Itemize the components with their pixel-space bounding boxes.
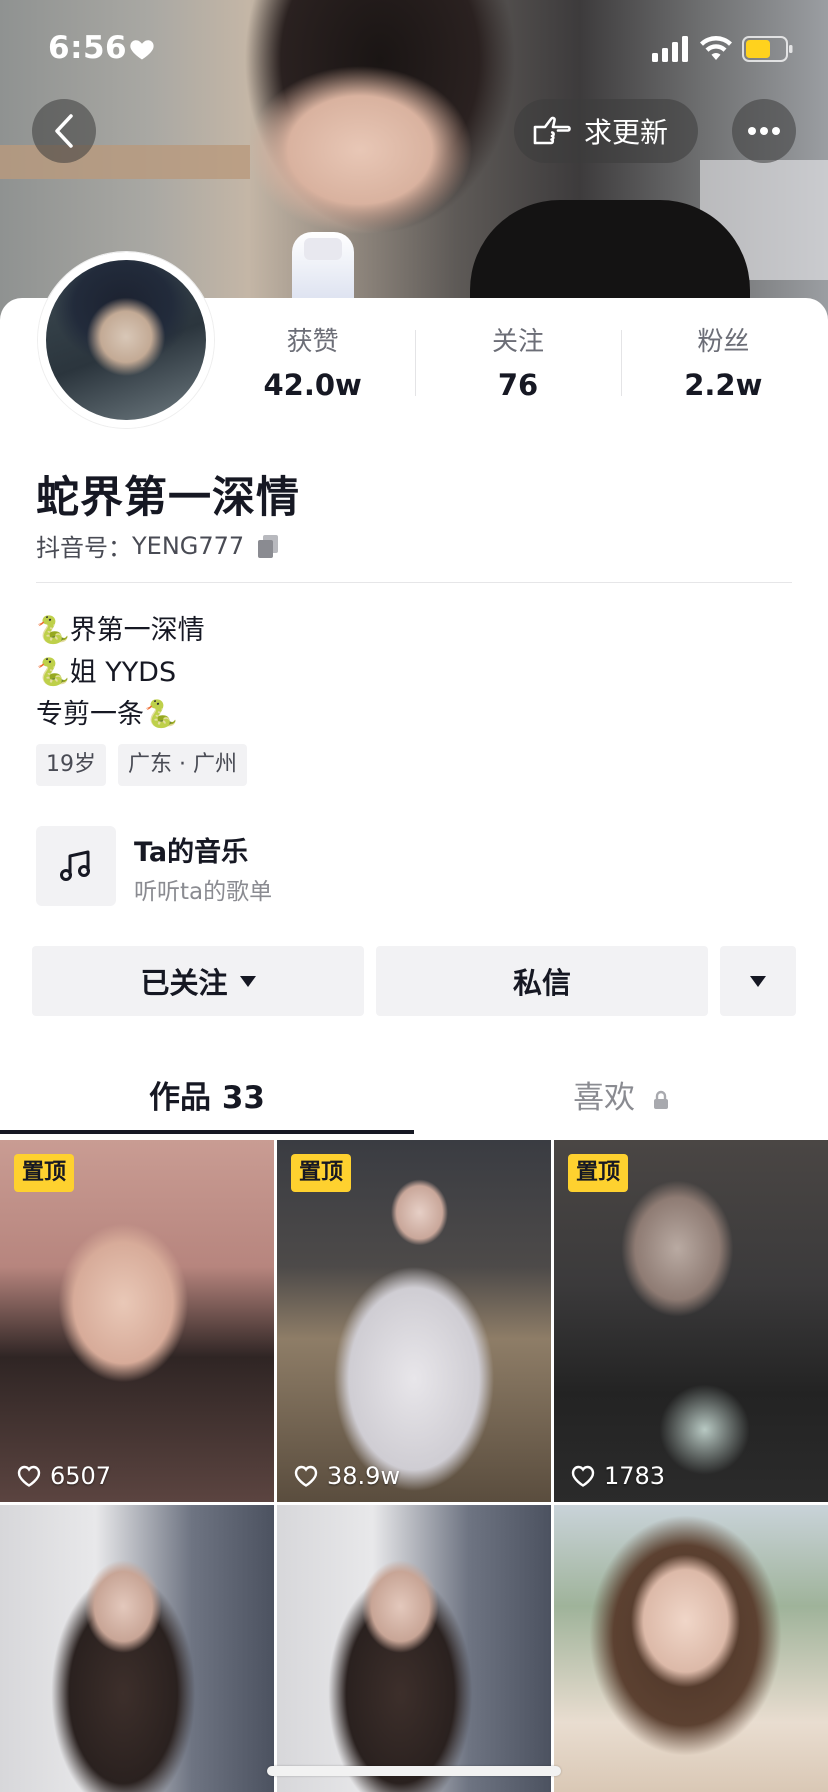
followed-label: 已关注	[140, 966, 228, 1000]
recommend-dropdown-button[interactable]	[720, 946, 796, 1016]
stat-label: 获赞	[286, 327, 339, 357]
status-bar: 6:56	[0, 0, 828, 98]
stat-value: 76	[497, 368, 539, 402]
video-thumbnail[interactable]	[0, 1505, 274, 1792]
profile-actions: 已关注 私信	[32, 946, 796, 1016]
tab-likes[interactable]: 喜欢	[414, 1068, 828, 1138]
music-title: Ta的音乐	[134, 837, 249, 868]
heart-outline-icon	[571, 1465, 595, 1487]
more-dots-icon	[748, 127, 780, 135]
video-likes-count: 1783	[604, 1462, 666, 1490]
ta-music-entry[interactable]: Ta的音乐 听听ta的歌单	[36, 826, 636, 906]
status-time: 6:56	[48, 30, 128, 66]
cellular-signal-icon	[652, 36, 688, 62]
music-subtitle: 听听ta的歌单	[134, 879, 273, 905]
stat-followers[interactable]: 粉丝 2.2w	[620, 322, 826, 412]
profile-tabs: 作品 33 喜欢	[0, 1068, 828, 1138]
video-grid: 置顶 6507 置顶 38.9w 置顶 1783	[0, 1140, 828, 1792]
request-update-button[interactable]: 求更新	[514, 99, 698, 163]
douyin-id-row: 抖音号： YENG777	[36, 528, 280, 563]
heart-status-icon	[130, 40, 154, 60]
video-thumbnail[interactable]	[554, 1505, 828, 1792]
banner-bottle-cap	[304, 238, 342, 260]
heart-outline-icon	[294, 1465, 318, 1487]
profile-stats: 获赞 42.0w 关注 76 粉丝 2.2w	[210, 322, 826, 412]
heart-outline-icon	[17, 1465, 41, 1487]
video-thumbnail[interactable]: 置顶 6507	[0, 1140, 274, 1502]
music-note-icon	[60, 850, 90, 881]
video-likes: 6507	[16, 1462, 111, 1490]
caret-down-icon	[750, 975, 766, 987]
pinned-badge: 置顶	[291, 1154, 352, 1192]
profile-tags: 19岁 广东 · 广州	[36, 744, 247, 786]
video-likes-count: 38.9w	[327, 1462, 401, 1490]
battery-icon	[742, 36, 793, 62]
stat-following[interactable]: 关注 76	[415, 322, 620, 412]
pinned-badge: 置顶	[14, 1154, 75, 1192]
profile-avatar[interactable]	[38, 252, 214, 428]
bio-line: 🐍姐 YYDS	[36, 657, 177, 688]
followed-button[interactable]: 已关注	[32, 946, 364, 1016]
message-label: 私信	[512, 966, 571, 1000]
stat-likes[interactable]: 获赞 42.0w	[210, 322, 415, 412]
more-options-button[interactable]	[732, 99, 796, 163]
bio-line: 🐍界第一深情	[36, 615, 205, 646]
video-thumbnail[interactable]: 置顶 1783	[554, 1140, 828, 1502]
home-indicator[interactable]	[267, 1766, 561, 1776]
caret-down-icon	[239, 975, 256, 987]
video-likes: 38.9w	[293, 1462, 400, 1490]
profile-nickname: 蛇界第一深情	[36, 473, 300, 523]
douyin-id-label: 抖音号：	[36, 534, 132, 562]
back-button[interactable]	[32, 99, 96, 163]
section-divider	[36, 582, 792, 583]
stat-label: 关注	[491, 327, 544, 357]
age-tag: 19岁	[36, 744, 106, 786]
video-thumbnail[interactable]	[277, 1505, 551, 1792]
video-thumbnail[interactable]: 置顶 38.9w	[277, 1140, 551, 1502]
wifi-icon	[700, 36, 732, 60]
request-update-label: 求更新	[584, 116, 669, 149]
message-button[interactable]: 私信	[376, 946, 708, 1016]
video-likes-count: 6507	[50, 1462, 112, 1490]
location-tag: 广东 · 广州	[118, 744, 247, 786]
pointing-hand-icon	[533, 116, 571, 145]
lock-icon	[653, 1090, 668, 1109]
copy-icon[interactable]	[256, 533, 280, 559]
chevron-left-icon	[55, 114, 73, 148]
music-icon-box	[36, 826, 116, 906]
stat-value: 42.0w	[263, 368, 362, 402]
stat-value: 2.2w	[684, 368, 763, 402]
tab-works-label: 作品 33	[149, 1080, 265, 1116]
video-likes: 1783	[570, 1462, 665, 1490]
profile-bio: 🐍界第一深情 🐍姐 YYDS 专剪一条🐍	[36, 610, 205, 736]
pinned-badge: 置顶	[568, 1154, 629, 1192]
douyin-id-value: YENG777	[132, 531, 245, 560]
tab-works[interactable]: 作品 33	[0, 1068, 414, 1138]
bio-line: 专剪一条🐍	[36, 699, 178, 730]
tab-likes-label: 喜欢	[573, 1080, 636, 1116]
stat-label: 粉丝	[697, 327, 750, 357]
